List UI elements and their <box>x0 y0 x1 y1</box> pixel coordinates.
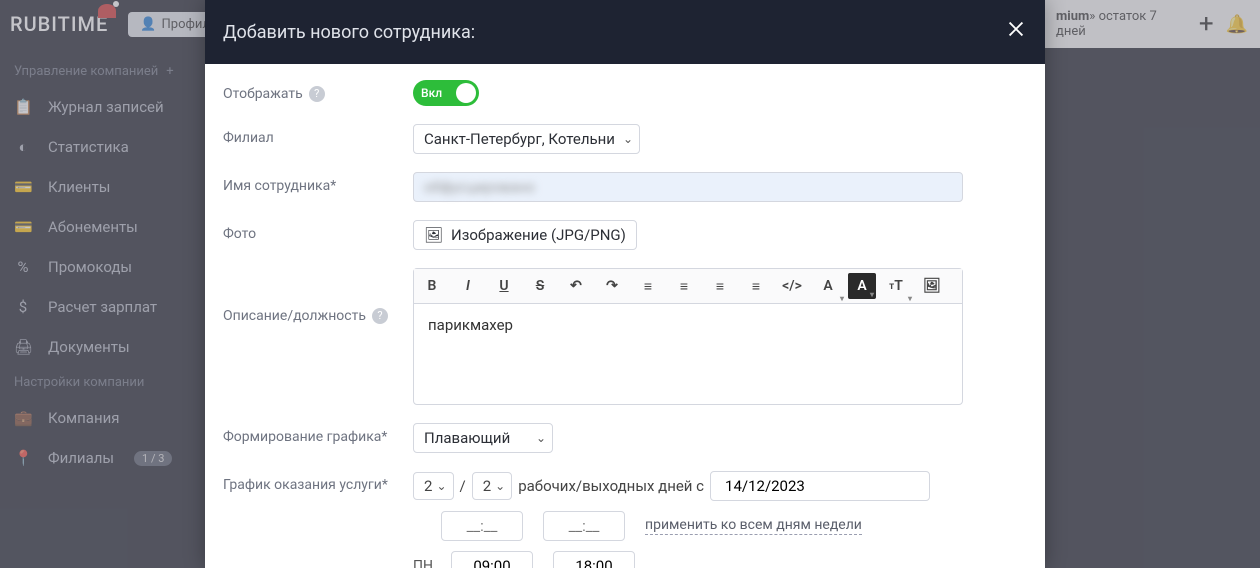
chevron-down-icon: ⌄ <box>536 431 546 445</box>
close-button[interactable] <box>1005 18 1027 46</box>
help-icon[interactable]: ? <box>372 308 388 324</box>
days-label: рабочих/выходных дней с <box>518 477 704 495</box>
code-button[interactable]: </> <box>774 269 810 303</box>
apply-all-link[interactable]: применить ко всем дням недели <box>645 517 862 535</box>
italic-button[interactable]: I <box>450 269 486 303</box>
underline-button[interactable]: U <box>486 269 522 303</box>
align-center-button[interactable]: ≡ <box>666 269 702 303</box>
align-left-button[interactable]: ≡ <box>630 269 666 303</box>
label-display: Отображать? <box>223 80 413 102</box>
undo-button[interactable]: ↶ <box>558 269 594 303</box>
description-textarea[interactable]: парикмахер <box>414 304 962 404</box>
mon-time-from[interactable] <box>451 551 533 568</box>
redo-button[interactable]: ↷ <box>594 269 630 303</box>
employee-name-input[interactable]: обфусцировано <box>413 172 963 202</box>
label-service-schedule: График оказания услуги* <box>223 471 413 493</box>
upload-photo-button[interactable]: 🖼 Изображение (JPG/PNG) <box>413 220 637 250</box>
modal-header: Добавить нового сотрудника: <box>205 0 1045 64</box>
label-branch: Филиал <box>223 124 413 146</box>
modal-body: Отображать? Вкл Филиал Санкт-Петербург, … <box>205 64 1045 568</box>
bg-color-button[interactable]: A <box>848 273 876 299</box>
align-right-button[interactable]: ≡ <box>702 269 738 303</box>
close-icon <box>1005 18 1027 40</box>
bold-button[interactable]: B <box>414 269 450 303</box>
template-time-to[interactable] <box>543 511 625 541</box>
template-time-from[interactable] <box>441 511 523 541</box>
description-editor: B I U S ↶ ↷ ≡ ≡ ≡ ≡ </> A A тT � <box>413 268 963 405</box>
label-schedule-formation: Формирование графика* <box>223 423 413 445</box>
help-icon[interactable]: ? <box>309 86 325 102</box>
display-toggle[interactable]: Вкл <box>413 80 479 106</box>
chevron-down-icon: ⌄ <box>495 479 505 493</box>
mon-time-to[interactable] <box>553 551 635 568</box>
day-label-mon: ПН <box>413 558 441 568</box>
start-date-input[interactable] <box>710 471 930 501</box>
work-days-select[interactable]: 2 ⌄ <box>413 472 454 500</box>
strike-button[interactable]: S <box>522 269 558 303</box>
chevron-down-icon: ⌄ <box>623 132 633 146</box>
branch-select[interactable]: Санкт-Петербург, Котельни⌄ <box>413 124 640 154</box>
label-description: Описание/должность? <box>223 268 413 324</box>
text-color-button[interactable]: A <box>810 269 846 303</box>
font-size-button[interactable]: тT <box>878 269 914 303</box>
schedule-type-select[interactable]: Плавающий⌄ <box>413 423 553 453</box>
editor-toolbar: B I U S ↶ ↷ ≡ ≡ ≡ ≡ </> A A тT � <box>414 269 962 304</box>
chevron-down-icon: ⌄ <box>436 479 446 493</box>
label-employee-name: Имя сотрудника* <box>223 172 413 194</box>
align-justify-button[interactable]: ≡ <box>738 269 774 303</box>
off-days-select[interactable]: 2 ⌄ <box>472 472 513 500</box>
image-icon: 🖼 <box>424 226 443 244</box>
modal-title: Добавить нового сотрудника: <box>223 22 475 43</box>
add-employee-modal: Добавить нового сотрудника: Отображать? … <box>205 0 1045 568</box>
insert-image-button[interactable]: 🖼 <box>914 269 950 303</box>
label-photo: Фото <box>223 220 413 242</box>
